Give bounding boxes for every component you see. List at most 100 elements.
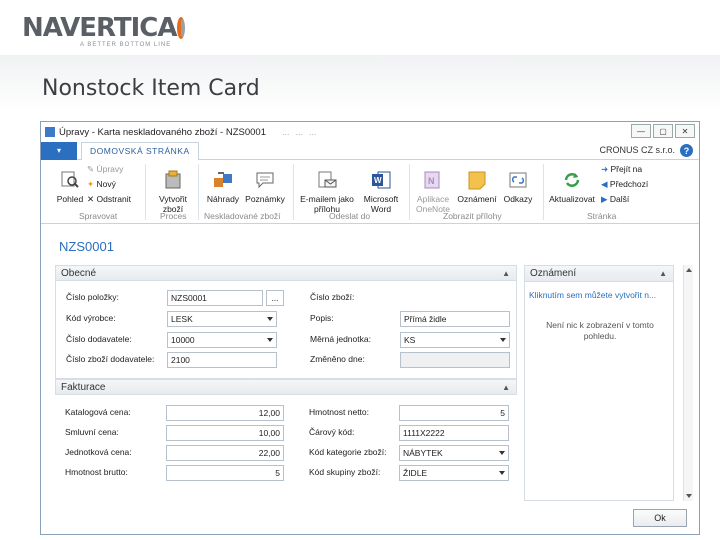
factbox-scrollbar[interactable]	[683, 265, 693, 501]
category-field[interactable]: NÁBYTEK	[399, 445, 509, 461]
dropdown-icon[interactable]	[500, 338, 506, 342]
vendor-item-field[interactable]: 2100	[167, 352, 277, 368]
category-value: NÁBYTEK	[403, 448, 443, 458]
delete-button[interactable]: ✕ Odstranit	[87, 194, 131, 204]
edit-button[interactable]: ✎ Úpravy	[87, 164, 123, 174]
group-label-nonstock: Neskladované zboží	[204, 211, 281, 221]
email-attachment-button[interactable]: E-mailem jako přílohu	[297, 170, 357, 214]
next-icon: ▶	[601, 194, 610, 204]
group-field[interactable]: ŽIDLE	[399, 465, 509, 481]
vendor-field[interactable]: 10000	[167, 332, 277, 348]
notes-button[interactable]: Oznámení	[457, 170, 497, 204]
minimize-button[interactable]: —	[631, 124, 651, 138]
comments-icon	[256, 172, 274, 189]
catalog-price-label: Katalogová cena:	[65, 407, 131, 417]
group-value: ŽIDLE	[403, 468, 428, 478]
next-button[interactable]: ▶ Další	[601, 194, 629, 204]
comments-label: Poznámky	[245, 194, 285, 204]
vendor-value: 10000	[171, 335, 195, 345]
previous-button[interactable]: ◀ Předchozí	[601, 179, 648, 189]
breadcrumb-item[interactable]: ...	[309, 127, 317, 137]
fasttab-general-body: Číslo položky: NZS0001 ... Kód výrobce: …	[55, 281, 517, 379]
description-field[interactable]: Přímá židle	[400, 311, 510, 327]
ribbon-separator	[293, 164, 294, 220]
maximize-button[interactable]: ▢	[653, 124, 673, 138]
previous-icon: ◀	[601, 179, 610, 189]
links-button[interactable]: Odkazy	[500, 170, 536, 204]
group-label-attachments: Zobrazit přílohy	[443, 211, 502, 221]
tab-home[interactable]: DOMOVSKÁ STRÁNKA	[81, 141, 199, 160]
collapse-icon[interactable]: ▲	[502, 269, 510, 278]
window-controls: — ▢ ✕	[627, 122, 699, 140]
group-label-process: Proces	[160, 211, 187, 221]
dropdown-icon[interactable]	[267, 317, 273, 321]
refresh-button[interactable]: Aktualizovat	[547, 170, 597, 204]
group-label-send: Odeslat do	[329, 211, 371, 221]
catalog-price-field[interactable]: 12,00	[166, 405, 284, 421]
dropdown-icon[interactable]	[499, 451, 505, 455]
substitutions-icon	[214, 172, 232, 187]
breadcrumb-item[interactable]: ...	[296, 127, 304, 137]
goto-label: Přejít na	[610, 164, 643, 174]
gross-weight-field[interactable]: 5	[166, 465, 284, 481]
barcode-label: Čárový kód:	[309, 427, 355, 437]
contract-price-field[interactable]: 10,00	[166, 425, 284, 441]
navertica-logo: NAVERTICA A BETTER BOTTOM LINE	[22, 13, 186, 48]
fasttab-general-header[interactable]: Obecné ▲	[55, 265, 517, 281]
breadcrumb-item[interactable]: ...	[282, 127, 290, 137]
assist-edit-button[interactable]: ...	[266, 290, 284, 306]
file-menu-button[interactable]: ▾	[41, 141, 77, 160]
company-name[interactable]: CRONUS CZ s.r.o.	[599, 145, 675, 155]
next-label: Další	[609, 194, 630, 204]
modified-label: Změněno dne:	[310, 354, 365, 364]
edit-label: Úpravy	[96, 164, 124, 174]
scroll-down-icon[interactable]	[686, 494, 692, 498]
ribbon-tabs: ▾ DOMOVSKÁ STRÁNKA CRONUS CZ s.r.o. ?	[41, 141, 699, 160]
ok-button[interactable]: Ok	[633, 509, 687, 527]
scroll-up-icon[interactable]	[686, 268, 692, 272]
ribbon-separator	[198, 164, 199, 220]
vendor-label: Číslo dodavatele:	[66, 334, 132, 344]
group-label: Kód skupiny zboží:	[309, 467, 381, 477]
manufacturer-label: Kód výrobce:	[66, 313, 116, 323]
ribbon: Pohled ✎ Úpravy ✦ Nový ✕ Odstranit Sprav…	[41, 160, 699, 224]
links-label: Odkazy	[503, 194, 533, 204]
dropdown-icon[interactable]	[499, 471, 505, 475]
net-weight-label: Hmotnost netto:	[309, 407, 370, 417]
substitutions-button[interactable]: Náhrady	[203, 170, 243, 204]
contract-price-label: Smluvní cena:	[65, 427, 119, 437]
view-label: Pohled	[56, 194, 84, 204]
new-button[interactable]: ✦ Nový	[87, 179, 116, 189]
manufacturer-field[interactable]: LESK	[167, 311, 277, 327]
left-pane: Obecné ▲ Číslo položky: NZS0001 ... Kód …	[55, 265, 517, 497]
dropdown-icon[interactable]	[267, 338, 273, 342]
logo-text: NAVERTICA	[22, 13, 177, 43]
help-icon[interactable]: ?	[680, 144, 693, 157]
fasttab-invoicing-header[interactable]: Fakturace ▲	[55, 379, 517, 395]
comments-button[interactable]: Poznámky	[243, 170, 287, 204]
microsoft-word-button[interactable]: W Microsoft Word	[359, 170, 403, 214]
collapse-icon[interactable]: ▲	[659, 269, 667, 278]
svg-text:W: W	[374, 176, 382, 185]
barcode-field[interactable]: 1111X2222	[399, 425, 509, 441]
unit-price-field[interactable]: 22,00	[166, 445, 284, 461]
delete-label: Odstranit	[96, 194, 131, 204]
notifications-header[interactable]: Oznámení ▲	[525, 266, 673, 282]
modified-field	[400, 352, 510, 368]
uom-field[interactable]: KS	[400, 332, 510, 348]
previous-label: Předchozí	[609, 179, 649, 189]
fasttab-invoicing-title: Fakturace	[61, 381, 106, 393]
view-button[interactable]: Pohled	[55, 170, 85, 204]
onenote-button[interactable]: N Aplikace OneNote	[413, 170, 453, 214]
logo-ring-icon	[177, 17, 186, 39]
goto-button[interactable]: ➜ Přejít na	[601, 164, 642, 174]
create-item-button[interactable]: Vytvořit zboží	[153, 170, 193, 214]
group-label-manage: Spravovat	[79, 211, 118, 221]
svg-text:N: N	[428, 176, 435, 186]
collapse-icon[interactable]: ▲	[502, 383, 510, 392]
net-weight-field[interactable]: 5	[399, 405, 509, 421]
create-notification-link[interactable]: Kliknutím sem můžete vytvořit n...	[529, 290, 656, 300]
close-button[interactable]: ✕	[675, 124, 695, 138]
item-no-field[interactable]: NZS0001	[167, 290, 263, 306]
notes-icon	[468, 171, 486, 190]
